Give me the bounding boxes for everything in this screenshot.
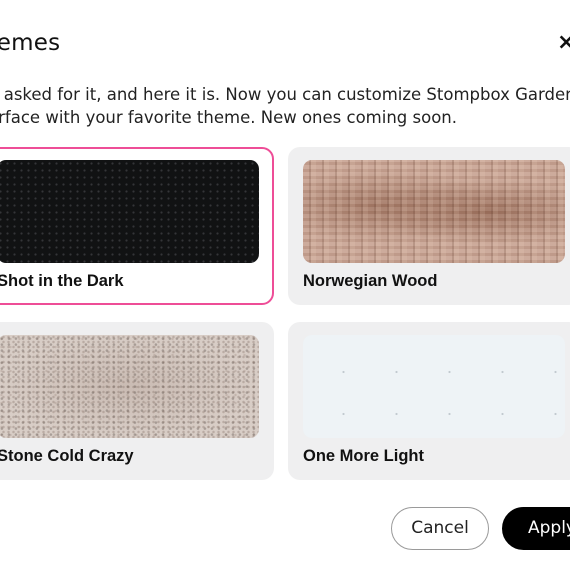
dialog-description: u asked for it, and here it is. Now you … xyxy=(0,83,570,129)
themes-dialog: hemes × u asked for it, and here it is. … xyxy=(0,0,570,570)
theme-card-stone-cold-crazy[interactable]: Stone Cold Crazy xyxy=(0,322,274,480)
theme-label: Stone Cold Crazy xyxy=(0,447,134,465)
theme-card-shot-in-the-dark[interactable]: Shot in the Dark xyxy=(0,147,274,305)
theme-swatch-stone-cold-crazy xyxy=(0,335,259,438)
theme-label: Norwegian Wood xyxy=(303,272,438,290)
dialog-title: hemes xyxy=(0,30,61,56)
description-line-1: u asked for it, and here it is. Now you … xyxy=(0,85,570,104)
close-icon[interactable]: × xyxy=(557,31,570,55)
theme-label: One More Light xyxy=(303,447,424,465)
theme-label: Shot in the Dark xyxy=(0,272,124,290)
theme-card-norwegian-wood[interactable]: Norwegian Wood xyxy=(288,147,570,305)
theme-card-one-more-light[interactable]: One More Light xyxy=(288,322,570,480)
theme-swatch-one-more-light xyxy=(303,335,565,438)
description-line-2: erface with your favorite theme. New one… xyxy=(0,108,457,127)
cancel-button[interactable]: Cancel xyxy=(391,507,489,550)
apply-button[interactable]: Apply xyxy=(502,507,570,550)
theme-swatch-shot-in-the-dark xyxy=(0,160,259,263)
theme-swatch-norwegian-wood xyxy=(303,160,565,263)
